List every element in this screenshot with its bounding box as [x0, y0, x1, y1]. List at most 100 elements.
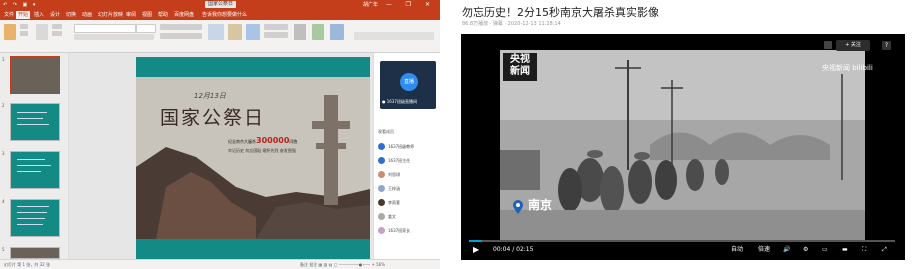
find-icon[interactable]	[294, 24, 306, 40]
autoplay-toggle[interactable]: 自动	[731, 245, 743, 255]
member-name[interactable]: 1637班级教师	[388, 144, 414, 150]
alignment-buttons[interactable]	[160, 33, 202, 39]
time-display: 00:04 / 02:15	[493, 246, 534, 253]
follow-button[interactable]: + 关注	[836, 40, 870, 51]
live-button[interactable]: 直播	[400, 73, 418, 91]
widescreen-icon[interactable]: ▬	[842, 245, 848, 255]
live-video-panel: 直播 ● 1637班级直播间	[380, 61, 436, 109]
slide-number: 4	[2, 199, 5, 204]
tab-help[interactable]: 帮助	[156, 11, 170, 19]
font-size-select[interactable]	[136, 24, 156, 33]
web-fullscreen-icon[interactable]: ⛶	[862, 245, 866, 255]
pip-icon[interactable]: ▭	[822, 245, 828, 255]
tab-file[interactable]: 文件	[2, 11, 16, 19]
slide-graphic: 12月13日 国家公祭日 纪念南京大屠杀300000同胞 牢记历史 勿忘国耻 缅…	[136, 77, 370, 239]
quick-styles-icon[interactable]	[246, 24, 260, 40]
video-watermark: 央视新闻 bilibili	[822, 64, 873, 72]
settings-icon[interactable]: ⚙	[803, 245, 808, 255]
ribbon-toolbar	[0, 20, 440, 53]
classroom-live-pane: 直播 ● 1637班级直播间 观看成员 1637班级教师 1637班主任 刘思琪…	[373, 53, 440, 259]
member-name[interactable]: 王梓涵	[388, 186, 400, 192]
speed-button[interactable]: 倍速	[758, 245, 770, 255]
location-caption: 南京	[528, 198, 553, 212]
video-frame[interactable]	[500, 50, 865, 240]
tab-insert[interactable]: 插入	[32, 11, 46, 19]
cctv-news-logo: 央视 新闻	[503, 53, 537, 81]
user-name[interactable]: 胡广年	[363, 1, 378, 9]
paragraph-buttons[interactable]	[160, 24, 202, 30]
video-title: 勿忘历史！2分15秒南京大屠杀真实影像	[462, 6, 659, 19]
slide-counter: 幻灯片 第 1 张，共 32 张	[4, 262, 50, 267]
view-zoom-controls[interactable]: 备注 批注 ▦ ▥ ▤ ▢ —————●—— + 56%	[300, 261, 385, 268]
member-name[interactable]: 李雨萱	[388, 200, 400, 206]
slide-subtitle-prefix: 纪念南京大屠杀	[228, 139, 256, 144]
reset-icon[interactable]	[52, 31, 62, 36]
tab-design[interactable]: 设计	[48, 11, 62, 19]
window-controls[interactable]: — ❐ ✕	[386, 0, 436, 9]
logo-line-1: 央视	[510, 54, 530, 65]
slide-thumbnail-4[interactable]	[10, 199, 60, 237]
tell-me-search[interactable]: 告诉我你想要做什么	[200, 11, 249, 19]
slide-number: 1	[2, 57, 5, 62]
slide-number: 5	[2, 247, 5, 252]
arrange-icon[interactable]	[228, 24, 242, 40]
avatar	[378, 171, 385, 178]
player-control-bar: ▶ 00:04 / 02:15 自动 倍速 🔊 ⚙ ▭ ▬ ⛶ ⤢	[461, 240, 905, 260]
layout-icon[interactable]	[52, 24, 62, 29]
memorial-artwork	[136, 77, 370, 239]
status-bar: 幻灯片 第 1 张，共 32 张 备注 批注 ▦ ▥ ▤ ▢ —————●—— …	[0, 259, 440, 269]
avatar	[378, 157, 385, 164]
quick-access-toolbar[interactable]: ↶ ↷ ▣ ▾	[3, 1, 37, 9]
avatar	[378, 213, 385, 220]
designer-icon[interactable]	[312, 24, 324, 40]
tab-transitions[interactable]: 切换	[64, 11, 78, 19]
avatar	[378, 227, 385, 234]
volume-icon[interactable]: 🔊	[783, 245, 790, 255]
ime-toolbar[interactable]	[354, 32, 434, 40]
shape-fill-icon[interactable]	[264, 24, 288, 30]
slide-thumbnail-1[interactable]	[10, 56, 60, 94]
tab-review[interactable]: 审阅	[124, 11, 138, 19]
new-slide-icon[interactable]	[36, 24, 48, 40]
slide-date: 12月13日	[194, 92, 226, 100]
baidu-save-icon[interactable]	[330, 24, 344, 40]
location-pin-icon	[513, 199, 523, 214]
slide-subtitle: 纪念南京大屠杀300000同胞	[228, 136, 297, 145]
member-list-header: 观看成员	[378, 129, 394, 134]
help-icon[interactable]: ?	[882, 41, 891, 50]
slide-thumbnail-pane: 1 2 3 4 5	[0, 53, 69, 259]
shapes-gallery-icon[interactable]	[208, 24, 224, 40]
member-name[interactable]: 1637班家长	[388, 228, 410, 234]
copy-icon[interactable]	[20, 31, 28, 36]
font-family-select[interactable]	[74, 24, 136, 33]
tab-animations[interactable]: 动画	[80, 11, 94, 19]
slide-victim-number: 300000	[256, 136, 290, 145]
ribbon-tabs: 文件 开始 插入 设计 切换 动画 幻灯片放映 审阅 视图 帮助 百度网盘 告诉…	[0, 10, 440, 20]
slide-thumbnail-3[interactable]	[10, 151, 60, 189]
member-name[interactable]: 1637班主任	[388, 158, 410, 164]
tab-view[interactable]: 视图	[140, 11, 154, 19]
font-format-buttons[interactable]	[74, 34, 154, 40]
avatar	[378, 143, 385, 150]
paste-icon[interactable]	[4, 24, 16, 40]
cut-icon[interactable]	[20, 24, 28, 29]
tab-baidu-netdisk[interactable]: 百度网盘	[172, 11, 196, 19]
slide-number: 3	[2, 151, 5, 156]
tab-home[interactable]: 开始	[16, 11, 31, 19]
play-button[interactable]: ▶	[473, 245, 479, 255]
slide-thumbnail-5[interactable]	[10, 247, 60, 259]
shape-outline-icon[interactable]	[264, 32, 288, 38]
logo-line-2: 新闻	[510, 66, 530, 77]
slide-thumbnail-2[interactable]	[10, 103, 60, 141]
video-meta: 86.8万播放 · 弹幕 · 2020-12-13 11:28:14	[462, 21, 561, 27]
slide-subtitle-suffix: 同胞	[289, 139, 298, 144]
fullscreen-icon[interactable]: ⤢	[882, 245, 887, 255]
archival-footage	[500, 50, 865, 240]
tab-slideshow[interactable]: 幻灯片放映	[96, 11, 125, 19]
member-name[interactable]: 姜文	[388, 214, 396, 220]
uploader-avatar[interactable]	[824, 41, 832, 49]
progress-bar[interactable]	[469, 240, 895, 242]
progress-fill	[469, 240, 482, 242]
slide-slogan: 牢记历史 勿忘国耻 缅怀先烈 奋发图强	[228, 148, 296, 153]
member-name[interactable]: 刘思琪	[388, 172, 400, 178]
